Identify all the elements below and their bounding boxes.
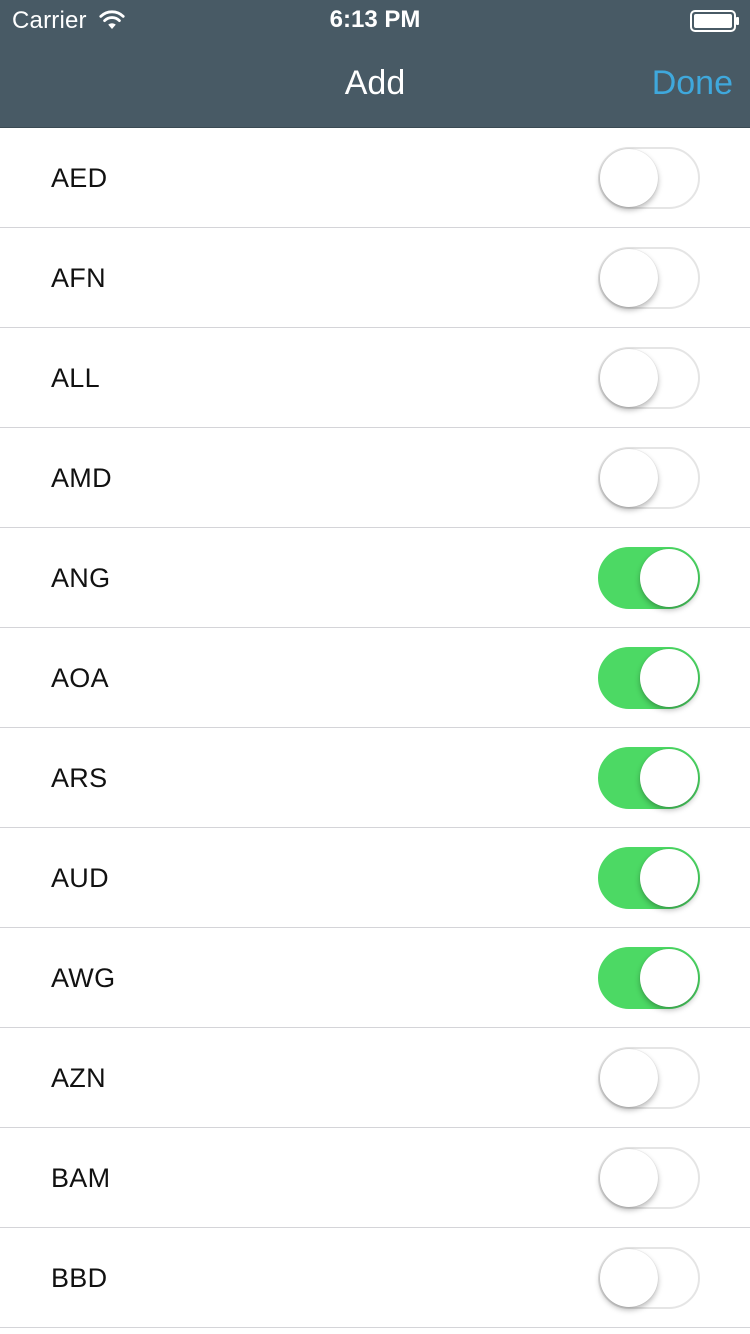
currency-row-azn: AZN (0, 1028, 750, 1128)
currency-toggle-azn[interactable] (598, 1047, 700, 1109)
toggle-knob (640, 849, 698, 907)
currency-row-aoa: AOA (0, 628, 750, 728)
currency-row-bbd: BBD (0, 1228, 750, 1328)
currency-row-aed: AED (0, 128, 750, 228)
currency-code-label: ALL (51, 363, 100, 393)
toggle-knob (640, 949, 698, 1007)
toggle-knob (600, 149, 658, 207)
top-bar: Carrier 6:13 PM Add Done (0, 0, 750, 128)
toggle-knob (600, 1149, 658, 1207)
currency-code-label: AFN (51, 263, 106, 293)
currency-toggle-amd[interactable] (598, 447, 700, 509)
toggle-knob (640, 549, 698, 607)
currency-toggle-ang[interactable] (598, 547, 700, 609)
currency-toggle-afn[interactable] (598, 247, 700, 309)
toggle-knob (600, 449, 658, 507)
toggle-knob (600, 1049, 658, 1107)
currency-code-label: BBD (51, 1263, 108, 1293)
toggle-knob (600, 1249, 658, 1307)
currency-toggle-aed[interactable] (598, 147, 700, 209)
currency-toggle-ars[interactable] (598, 747, 700, 809)
currency-toggle-bbd[interactable] (598, 1247, 700, 1309)
done-button[interactable]: Done (652, 64, 733, 103)
currency-code-label: BAM (51, 1163, 111, 1193)
toggle-knob (600, 349, 658, 407)
currency-row-ang: ANG (0, 528, 750, 628)
currency-toggle-aoa[interactable] (598, 647, 700, 709)
page-title: Add (344, 64, 406, 102)
currency-row-bam: BAM (0, 1128, 750, 1228)
currency-code-label: ARS (51, 763, 108, 793)
currency-list: AED AFN ALL AMD ANG AOA ARS AUD AWG AZN BAM BBD (0, 128, 750, 1328)
currency-toggle-bam[interactable] (598, 1147, 700, 1209)
status-time: 6:13 PM (329, 6, 421, 33)
currency-row-all: ALL (0, 328, 750, 428)
currency-code-label: AWG (51, 963, 116, 993)
currency-row-ars: ARS (0, 728, 750, 828)
currency-code-label: ANG (51, 563, 111, 593)
currency-toggle-awg[interactable] (598, 947, 700, 1009)
currency-code-label: AUD (51, 863, 109, 893)
toggle-knob (600, 249, 658, 307)
toggle-knob (640, 749, 698, 807)
currency-toggle-all[interactable] (598, 347, 700, 409)
currency-row-amd: AMD (0, 428, 750, 528)
currency-row-aud: AUD (0, 828, 750, 928)
toggle-knob (640, 649, 698, 707)
currency-code-label: AMD (51, 463, 112, 493)
battery-icon (690, 10, 739, 32)
currency-row-afn: AFN (0, 228, 750, 328)
currency-row-awg: AWG (0, 928, 750, 1028)
navigation-bar: Add Done (0, 40, 750, 128)
status-bar: Carrier 6:13 PM (0, 0, 750, 40)
currency-code-label: AOA (51, 663, 109, 693)
currency-code-label: AZN (51, 1063, 106, 1093)
currency-code-label: AED (51, 163, 108, 193)
currency-toggle-aud[interactable] (598, 847, 700, 909)
